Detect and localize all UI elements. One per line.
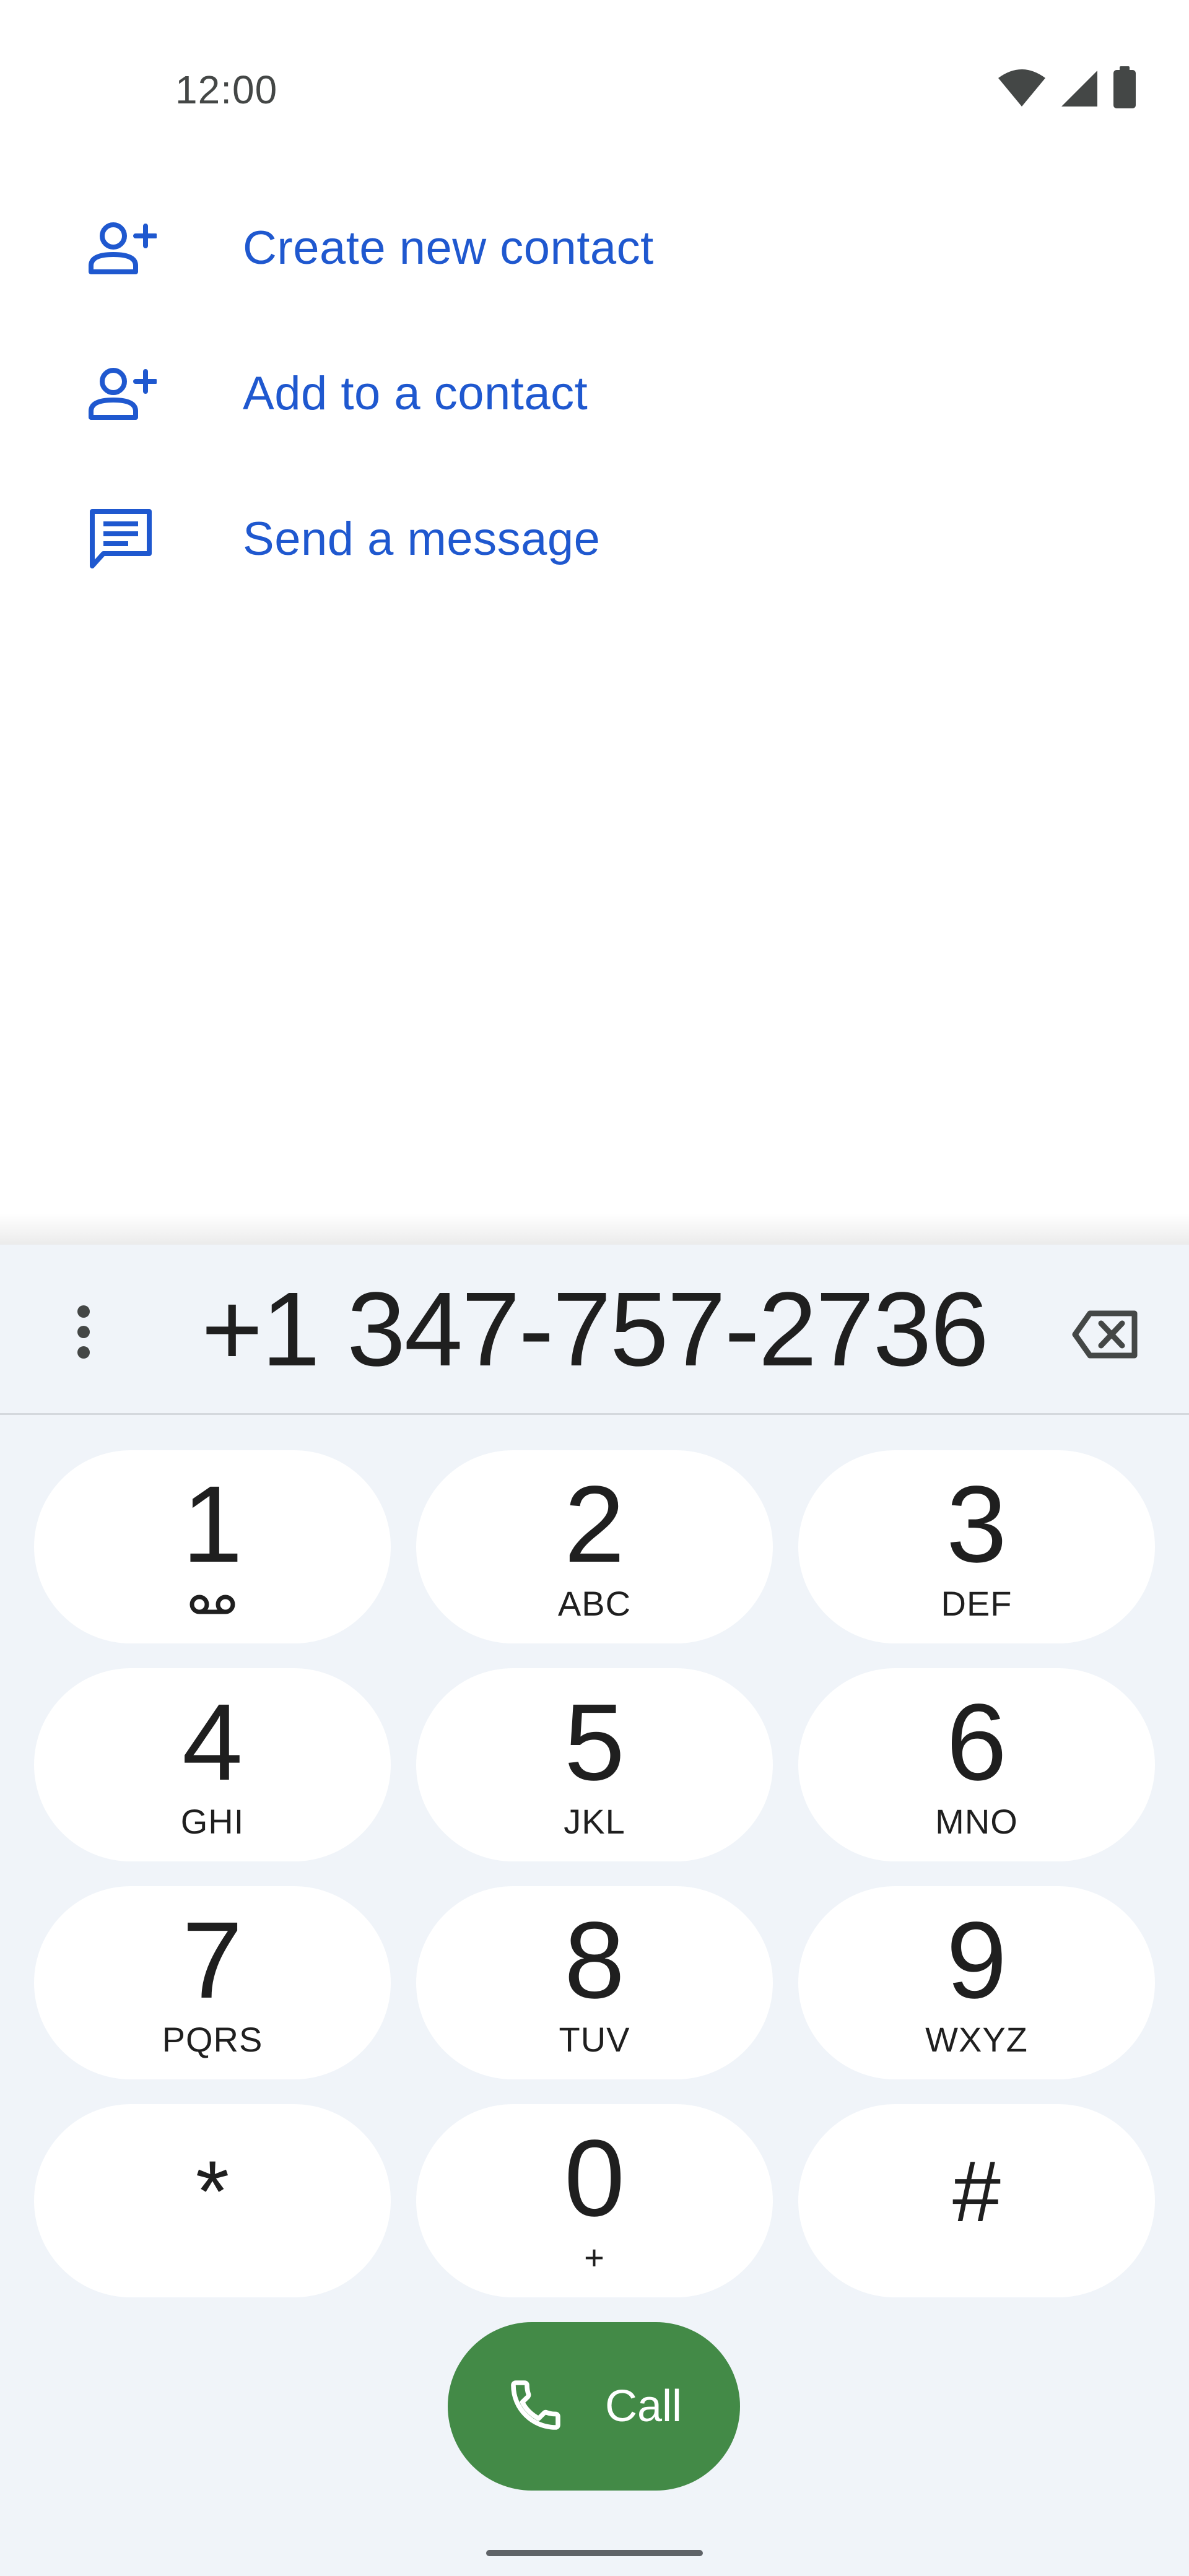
key-9[interactable]: 9 WXYZ [798, 1886, 1155, 2079]
key-5[interactable]: 5 JKL [416, 1668, 773, 1861]
send-message-row[interactable]: Send a message [0, 477, 1189, 601]
key-digit: 3 [946, 1464, 1007, 1585]
send-message-label: Send a message [243, 512, 601, 565]
key-star[interactable]: * [34, 2104, 391, 2297]
key-digit: 0 [564, 2118, 625, 2239]
key-6[interactable]: 6 MNO [798, 1668, 1155, 1861]
key-digit: 6 [946, 1682, 1007, 1803]
battery-icon [1112, 66, 1137, 113]
key-letters: DEF [941, 1584, 1013, 1623]
create-new-contact-label: Create new contact [243, 221, 654, 274]
key-0[interactable]: 0 + [416, 2104, 773, 2297]
sheet-shadow [0, 1214, 1189, 1245]
more-vert-icon[interactable] [50, 1298, 118, 1366]
key-letters: + [584, 2238, 605, 2277]
dialed-number[interactable]: +1 347-757-2736 [142, 1277, 1047, 1382]
home-indicator[interactable] [486, 2550, 703, 2556]
key-digit: * [195, 2143, 230, 2240]
key-letters: GHI [180, 1802, 245, 1841]
key-7[interactable]: 7 PQRS [34, 1886, 391, 2079]
status-icons [997, 66, 1137, 113]
cell-signal-icon [1060, 68, 1099, 111]
key-digit: 5 [564, 1682, 625, 1803]
key-hash[interactable]: # [798, 2104, 1155, 2297]
add-to-contact-row[interactable]: Add to a contact [0, 331, 1189, 455]
call-button[interactable]: Call [448, 2322, 740, 2491]
key-letters: MNO [935, 1802, 1018, 1841]
key-letters: TUV [559, 2020, 630, 2059]
key-digit: 1 [182, 1464, 243, 1585]
key-digit: 8 [564, 1900, 625, 2021]
status-bar: 12:00 [0, 0, 1189, 186]
create-new-contact-row[interactable]: Create new contact [0, 186, 1189, 310]
dialer-screen: 12:00 Create new contact Add to a contac… [0, 0, 1189, 2576]
key-digit: 4 [182, 1682, 243, 1803]
key-digit: # [952, 2143, 1001, 2240]
number-bar: +1 347-757-2736 [0, 1245, 1189, 1415]
key-letters: PQRS [162, 2020, 263, 2059]
wifi-icon [997, 68, 1047, 111]
key-3[interactable]: 3 DEF [798, 1450, 1155, 1643]
key-letters: WXYZ [925, 2020, 1028, 2059]
person-add-icon [81, 207, 161, 288]
key-digit: 9 [946, 1900, 1007, 2021]
key-1[interactable]: 1 [34, 1450, 391, 1643]
key-letters: JKL [564, 1802, 625, 1841]
call-label: Call [604, 2382, 682, 2431]
voicemail-icon [34, 1594, 391, 1615]
phone-icon [506, 2375, 565, 2438]
key-digit: 7 [182, 1900, 243, 2021]
key-4[interactable]: 4 GHI [34, 1668, 391, 1861]
key-digit: 2 [564, 1464, 625, 1585]
key-2[interactable]: 2 ABC [416, 1450, 773, 1643]
key-8[interactable]: 8 TUV [416, 1886, 773, 2079]
message-icon [81, 498, 161, 579]
key-letters: ABC [557, 1584, 632, 1623]
status-time: 12:00 [175, 67, 278, 112]
add-to-contact-label: Add to a contact [243, 367, 588, 420]
person-add-icon [81, 353, 161, 433]
backspace-icon[interactable] [1065, 1300, 1146, 1368]
